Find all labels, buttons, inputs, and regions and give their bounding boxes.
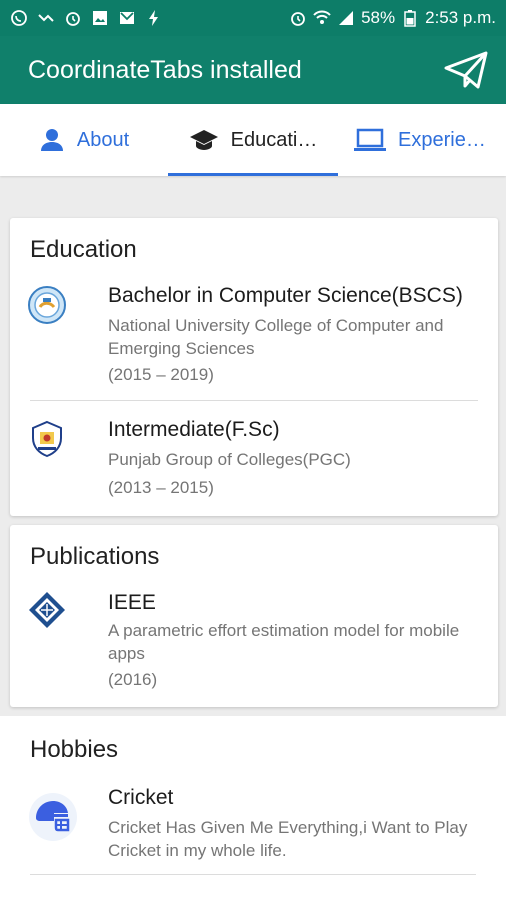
clock: 2:53 p.m. (425, 8, 496, 27)
education-item-years: (2013 – 2015) (108, 478, 214, 497)
tab-about-label: About (76, 128, 130, 151)
publications-card: Publications IEEE A parametric effort es… (10, 525, 498, 707)
divider (30, 874, 476, 875)
hobbies-title: Hobbies (30, 736, 119, 763)
publication-item-description: A parametric effort estimation model for… (108, 621, 460, 663)
hobby-item-title: Cricket (108, 786, 174, 809)
publication-item-title: IEEE (108, 591, 156, 614)
tab-about[interactable]: About (0, 104, 168, 176)
education-title: Education (30, 236, 137, 263)
cricket-helmet-icon (29, 793, 77, 841)
tab-experience-label: Experie… (398, 128, 486, 151)
nuces-logo-icon (28, 286, 66, 324)
alarm-icon (64, 9, 82, 27)
flash-icon (145, 9, 163, 27)
education-card: Education Bachelor in Computer Science(B… (10, 218, 498, 516)
tab-bar: About Educati… Experie… (0, 104, 506, 176)
ieee-logo-icon (29, 592, 65, 628)
send-button[interactable] (442, 46, 490, 94)
tab-experience[interactable]: Experie… (338, 104, 506, 176)
education-item-institution: Punjab Group of Colleges(PGC) (108, 450, 351, 469)
graduation-cap-icon (189, 130, 218, 150)
alarm-clock-icon (289, 9, 307, 27)
mail-icon (118, 9, 136, 27)
hobby-item-description: Cricket Has Given Me Everything,i Want t… (108, 818, 468, 860)
notification-icons (10, 9, 163, 27)
whatsapp-icon (10, 9, 28, 27)
battery-icon (401, 9, 419, 27)
education-item-title: Intermediate(F.Sc) (108, 418, 280, 441)
status-bar: 58% 2:53 p.m. (0, 0, 506, 36)
pgc-logo-icon (32, 420, 62, 458)
app-bar: CoordinateTabs installed (0, 36, 506, 104)
education-item-institution: National University College of Computer … (108, 316, 444, 358)
missed-call-icon (37, 9, 55, 27)
education-item-years: (2015 – 2019) (108, 365, 214, 384)
tab-education[interactable]: Educati… (168, 104, 338, 176)
publication-item-year: (2016) (108, 670, 158, 689)
battery-percent: 58% (361, 8, 396, 27)
wifi-icon (313, 9, 331, 27)
app-title: CoordinateTabs installed (28, 55, 302, 84)
education-item-title: Bachelor in Computer Science(BSCS) (108, 284, 463, 307)
signal-icon (337, 9, 355, 27)
gallery-icon (91, 9, 109, 27)
tab-indicator (168, 173, 338, 176)
system-status: 58% 2:53 p.m. (289, 8, 496, 28)
person-icon (40, 129, 63, 151)
hobbies-card: Hobbies Cricket Cricket Has Given Me Eve… (0, 716, 506, 900)
laptop-icon (354, 128, 386, 151)
divider (30, 400, 478, 401)
publications-title: Publications (30, 543, 160, 570)
tab-education-label: Educati… (230, 128, 318, 151)
send-icon (444, 51, 488, 89)
